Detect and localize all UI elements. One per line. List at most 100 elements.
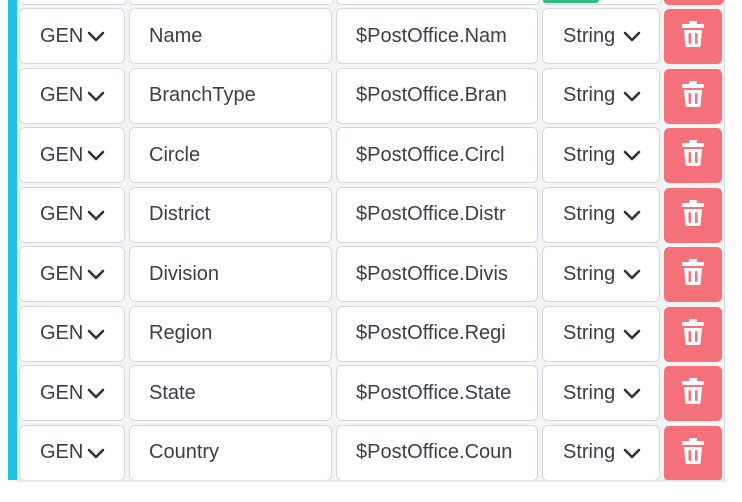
field-path-value: $PostOffice.Bran (356, 84, 507, 106)
gen-select-value: GEN (40, 24, 84, 47)
field-path-value: $PostOffice.Distr (356, 203, 506, 225)
delete-row-button[interactable] (664, 68, 722, 124)
delete-row-button[interactable] (664, 306, 722, 362)
field-path-value: $PostOffice.Divis (356, 262, 508, 285)
field-path-value: $PostOffice.State (356, 381, 512, 404)
field-name-value: Circle (149, 143, 201, 166)
gen-select[interactable]: GEN (19, 67, 125, 124)
type-select[interactable]: String (542, 424, 660, 481)
type-select[interactable]: String (542, 67, 660, 124)
type-select[interactable]: String (542, 8, 660, 64)
type-select[interactable]: String (542, 365, 660, 421)
gen-select[interactable]: GEN (19, 186, 125, 243)
field-path-input[interactable]: $PostOffice.Nam (336, 8, 538, 64)
gen-select[interactable]: GEN (19, 8, 125, 64)
chevron-down-icon (87, 386, 105, 400)
field-name-value: Division (149, 262, 220, 285)
type-select-value: String (563, 441, 616, 463)
chevron-down-icon (623, 29, 641, 43)
field-name-input[interactable]: BranchType (129, 67, 332, 124)
panel-bottom-edge (17, 480, 725, 482)
gen-select-value: GEN (40, 262, 84, 285)
trash-icon (681, 258, 705, 291)
field-name-value: BranchType (149, 84, 256, 106)
field-path-input[interactable]: $PostOffice.Regi (336, 305, 538, 362)
type-select[interactable]: String (542, 127, 660, 183)
field-path-value: $PostOffice.Coun (356, 441, 513, 463)
delete-row-button[interactable] (664, 9, 722, 64)
trash-icon (681, 20, 705, 53)
trash-icon (681, 80, 705, 113)
field-mapping-list: GEN Name $PostOffice.Nam String GEN BranchTyp… (0, 0, 742, 502)
chevron-down-icon (87, 29, 105, 43)
gen-select[interactable]: GEN (19, 127, 125, 183)
gen-select-value: GEN (40, 441, 84, 463)
delete-row-button[interactable] (664, 128, 722, 183)
chevron-down-icon (623, 446, 641, 460)
field-name-input[interactable]: Region (129, 305, 332, 362)
chevron-down-icon (623, 267, 641, 281)
type-select-value: String (563, 381, 616, 404)
type-select-value: String (563, 203, 616, 225)
trash-icon (681, 318, 705, 351)
field-name-input[interactable]: Circle (129, 127, 332, 183)
gen-select-value: GEN (40, 322, 84, 344)
chevron-down-icon (87, 208, 105, 222)
gen-select-value: GEN (40, 203, 84, 225)
field-path-value: $PostOffice.Nam (356, 24, 507, 47)
field-name-value: Name (149, 24, 203, 47)
gen-select-value: GEN (40, 84, 84, 106)
field-name-value: State (149, 381, 196, 404)
type-select[interactable]: String (542, 305, 660, 362)
chevron-down-icon (623, 208, 641, 222)
gen-select-value: GEN (40, 381, 84, 404)
field-name-value: Region (149, 322, 213, 344)
field-name-value: Country (149, 441, 220, 463)
prev-name-field-edge (129, 0, 334, 5)
field-path-value: $PostOffice.Circl (356, 143, 505, 166)
chevron-down-icon (87, 89, 105, 103)
gen-select[interactable]: GEN (19, 365, 125, 421)
chevron-down-icon (623, 386, 641, 400)
field-name-input[interactable]: State (129, 365, 332, 421)
type-select-value: String (563, 262, 616, 285)
prev-path-field-edge (336, 0, 540, 5)
chevron-down-icon (87, 446, 105, 460)
gen-select[interactable]: GEN (19, 305, 125, 362)
trash-icon (681, 437, 705, 470)
chevron-down-icon (87, 148, 105, 162)
field-path-input[interactable]: $PostOffice.Bran (336, 67, 538, 124)
field-name-input[interactable]: Name (129, 8, 332, 64)
field-name-value: District (149, 203, 211, 225)
type-select-value: String (563, 143, 616, 166)
field-path-input[interactable]: $PostOffice.Distr (336, 186, 538, 243)
chevron-down-icon (87, 267, 105, 281)
delete-row-button[interactable] (664, 187, 722, 243)
accent-bar (8, 0, 17, 480)
field-path-value: $PostOffice.Regi (356, 322, 506, 344)
delete-row-button[interactable] (664, 366, 722, 421)
prev-gen-select-edge (19, 0, 127, 5)
type-select[interactable]: String (542, 186, 660, 243)
chevron-down-icon (87, 327, 105, 341)
field-name-input[interactable]: Country (129, 424, 332, 481)
field-path-input[interactable]: $PostOffice.Circl (336, 127, 538, 183)
gen-select-value: GEN (40, 143, 84, 166)
field-name-input[interactable]: Division (129, 246, 332, 302)
trash-icon (681, 377, 705, 410)
delete-row-button[interactable] (664, 247, 722, 302)
type-select-value: String (563, 84, 616, 106)
trash-icon (681, 199, 705, 232)
field-path-input[interactable]: $PostOffice.Divis (336, 246, 538, 302)
delete-row-button[interactable] (664, 425, 722, 481)
gen-select[interactable]: GEN (19, 246, 125, 302)
field-path-input[interactable]: $PostOffice.State (336, 365, 538, 421)
chevron-down-icon (623, 327, 641, 341)
type-select-value: String (563, 322, 616, 344)
field-path-input[interactable]: $PostOffice.Coun (336, 424, 538, 481)
type-select[interactable]: String (542, 246, 660, 302)
type-select-value: String (563, 24, 616, 47)
trash-icon (681, 139, 705, 172)
field-name-input[interactable]: District (129, 186, 332, 243)
gen-select[interactable]: GEN (19, 424, 125, 481)
